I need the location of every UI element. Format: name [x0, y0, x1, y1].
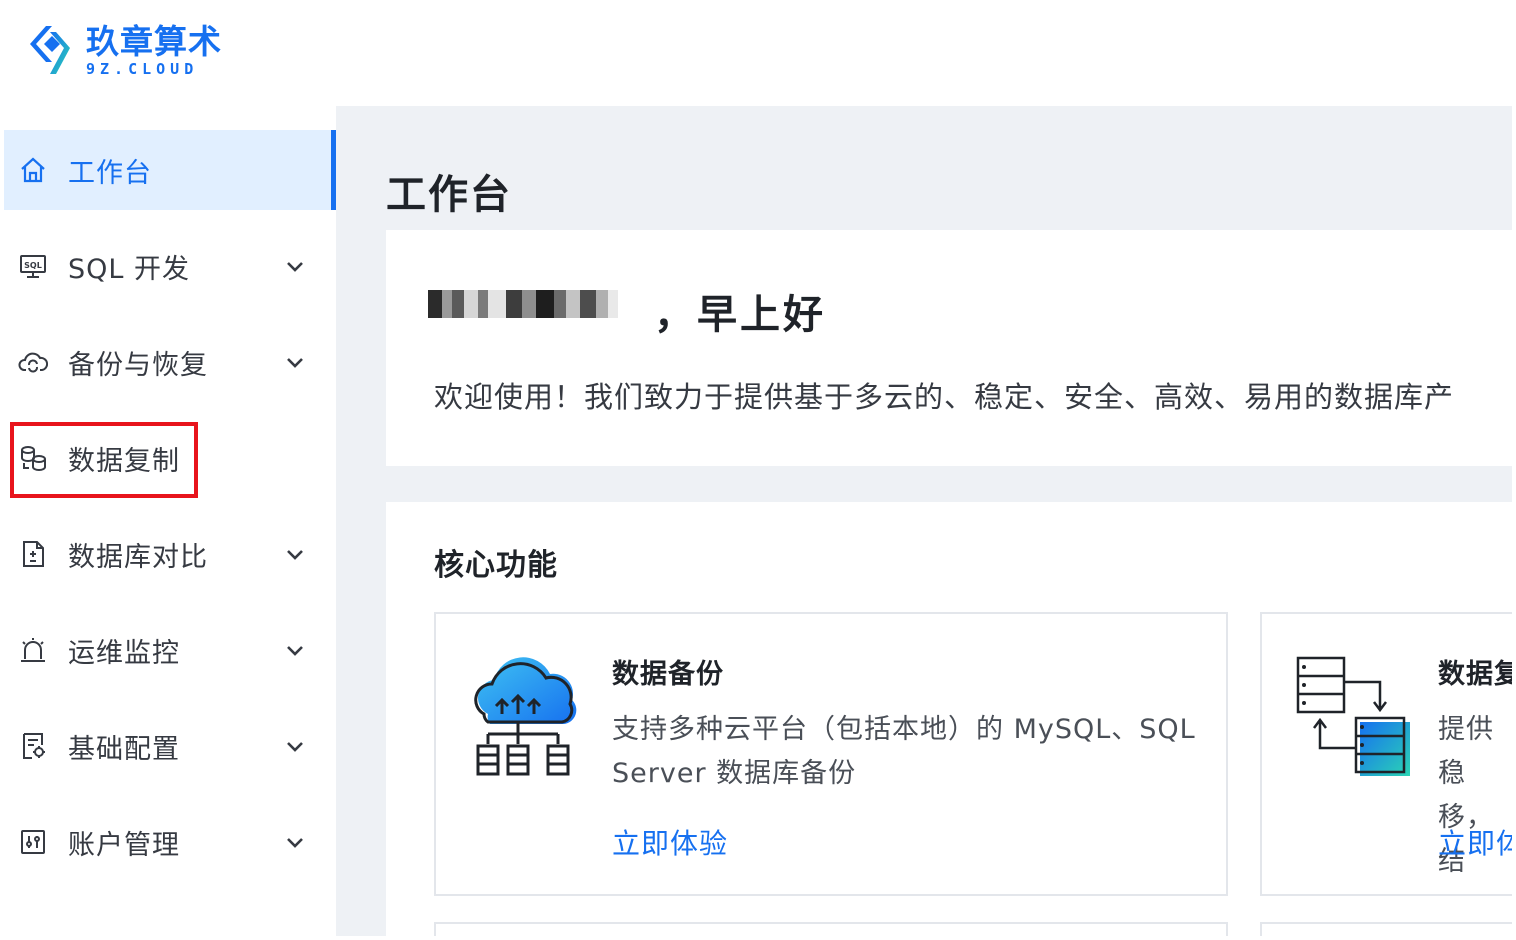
sidebar-item-label: 账户管理	[68, 829, 180, 861]
sidebar-item-workbench[interactable]: 工作台	[4, 130, 336, 210]
sidebar-item-label: 数据库对比	[68, 541, 208, 573]
feature-card-data-backup[interactable]: 数据备份 支持多种云平台（包括本地）的 MySQL、SQL Server 数据库…	[434, 612, 1228, 896]
chevron-down-icon[interactable]	[284, 831, 306, 853]
database-replicate-icon	[18, 443, 48, 473]
cloud-sync-icon	[18, 347, 48, 377]
feature-card-data-replication[interactable]: 数据复 提供稳 移，结 立即体	[1260, 612, 1512, 896]
document-compare-icon	[18, 539, 48, 569]
sidebar-item-label: SQL 开发	[68, 253, 191, 285]
sidebar-item-basic-config[interactable]: 基础配置	[4, 706, 336, 786]
account-settings-icon	[18, 827, 48, 857]
sidebar-item-backup-restore[interactable]: 备份与恢复	[4, 322, 336, 402]
chevron-down-icon[interactable]	[284, 735, 306, 757]
sidebar-item-account-management[interactable]: 账户管理	[4, 802, 336, 882]
brand-logo[interactable]: 玖章算术 9Z.CLOUD	[30, 22, 222, 78]
sidebar-item-data-replication[interactable]: 数据复制	[4, 418, 336, 498]
sidebar-item-label: 运维监控	[68, 637, 180, 669]
brand-logo-icon	[30, 26, 70, 74]
feature-title: 数据备份	[612, 659, 724, 690]
chevron-down-icon[interactable]	[284, 351, 306, 373]
core-features-card: 核心功能 数据备份 支持多种云平台（包括本地）的 MySQL、SQL Serve…	[386, 502, 1512, 936]
brand-name-en: 9Z.CLOUD	[86, 60, 199, 78]
brand-name-cn: 玖章算术	[86, 22, 222, 61]
chevron-down-icon[interactable]	[284, 255, 306, 277]
feature-card-next[interactable]	[434, 922, 1228, 936]
feature-description: 支持多种云平台（包括本地）的 MySQL、SQL Server 数据库备份	[612, 714, 1196, 789]
sidebar-item-sql-dev[interactable]: SQL SQL 开发	[4, 226, 336, 306]
username-redacted	[428, 290, 628, 318]
try-now-link[interactable]: 立即体验	[612, 822, 728, 862]
chevron-down-icon[interactable]	[284, 639, 306, 661]
sidebar-item-label: 工作台	[68, 157, 152, 189]
home-icon	[18, 155, 48, 185]
sidebar-item-db-compare[interactable]: 数据库对比	[4, 514, 336, 594]
alarm-icon	[18, 635, 48, 665]
welcome-message: 欢迎使用！我们致力于提供基于多云的、稳定、安全、高效、易用的数据库产	[434, 380, 1455, 414]
welcome-card: ，早上好 欢迎使用！我们致力于提供基于多云的、稳定、安全、高效、易用的数据库产	[386, 230, 1512, 466]
data-replication-icon	[1296, 656, 1410, 776]
sidebar-item-label: 备份与恢复	[68, 349, 208, 381]
sql-monitor-icon: SQL	[18, 251, 48, 281]
sidebar: 工作台 SQL SQL 开发 备份与恢复 数据复制 数据库对比 运维监控 基础配…	[4, 106, 336, 936]
feature-title: 数据复	[1438, 659, 1512, 690]
core-features-title: 核心功能	[434, 548, 558, 583]
main-content: 工作台 ，早上好 欢迎使用！我们致力于提供基于多云的、稳定、安全、高效、易用的数…	[336, 106, 1512, 936]
cloud-backup-icon	[474, 657, 577, 776]
sidebar-item-label: 基础配置	[68, 733, 180, 765]
config-document-icon	[18, 731, 48, 761]
top-bar: 玖章算术 9Z.CLOUD	[4, 4, 1512, 106]
try-now-link[interactable]: 立即体	[1438, 822, 1512, 862]
sidebar-item-label: 数据复制	[68, 445, 180, 477]
sidebar-item-ops-monitor[interactable]: 运维监控	[4, 610, 336, 690]
brand-text: 玖章算术 9Z.CLOUD	[86, 22, 222, 78]
chevron-down-icon[interactable]	[284, 543, 306, 565]
greeting-text: ，早上好	[654, 292, 826, 338]
app-window: 玖章算术 9Z.CLOUD 工作台 SQL SQL 开发 备份与恢复 数据复制 …	[4, 4, 1512, 936]
page-title: 工作台	[386, 172, 512, 218]
svg-text:SQL: SQL	[24, 261, 42, 270]
feature-card-next[interactable]	[1260, 922, 1512, 936]
